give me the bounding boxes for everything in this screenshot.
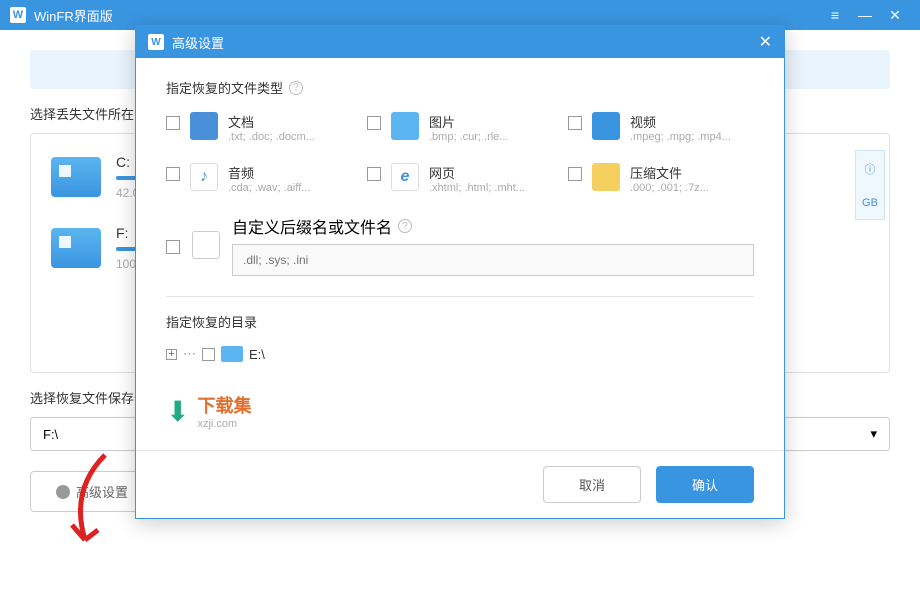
watermark-text: 下载集 [197, 396, 251, 416]
archive-icon [592, 163, 620, 191]
custom-file-icon [192, 231, 220, 259]
filetype-name: 压缩文件 [630, 163, 754, 182]
checkbox[interactable] [166, 240, 180, 254]
filetype-ext: .mpeg; .mpg; .mp4... [630, 131, 754, 143]
custom-ext-row: 自定义后缀名或文件名 ? [166, 214, 754, 276]
divider [166, 296, 754, 297]
checkbox[interactable] [367, 167, 381, 181]
modal-overlay: W 高级设置 ✕ 指定恢复的文件类型 ? 文档 .txt; .doc; .doc… [0, 0, 920, 600]
filetype-ext: .bmp; .cur; .rle... [429, 131, 553, 143]
dirs-section-title: 指定恢复的目录 [166, 312, 754, 331]
modal-title: 高级设置 [172, 33, 224, 52]
audio-icon [190, 163, 218, 191]
disk-icon [221, 346, 243, 362]
filetype-ext: .cda; .wav; .aiff... [228, 182, 352, 194]
checkbox[interactable] [166, 167, 180, 181]
filetypes-section-title: 指定恢复的文件类型 ? [166, 78, 754, 97]
checkbox[interactable] [568, 167, 582, 181]
filetype-name: 网页 [429, 163, 553, 182]
tree-expand-icon[interactable]: + [166, 349, 177, 360]
filetype-image[interactable]: 图片 .bmp; .cur; .rle... [367, 112, 553, 143]
checkbox[interactable] [367, 116, 381, 130]
video-icon [592, 112, 620, 140]
filetype-name: 图片 [429, 112, 553, 131]
watermark-url: xzji.com [197, 418, 251, 430]
download-arrow-icon: ⬇ [166, 395, 189, 428]
filetype-name: 文档 [228, 112, 352, 131]
filetype-ext: .000; .001; .7z... [630, 182, 754, 194]
document-icon [190, 112, 218, 140]
checkbox[interactable] [166, 116, 180, 130]
tree-item-label: E:\ [249, 347, 265, 362]
custom-ext-label: 自定义后缀名或文件名 [232, 214, 392, 238]
filetype-ext: .xhtml; .html; .mht... [429, 182, 553, 194]
filetype-name: 视频 [630, 112, 754, 131]
image-icon [391, 112, 419, 140]
filetype-document[interactable]: 文档 .txt; .doc; .docm... [166, 112, 352, 143]
help-icon[interactable]: ? [289, 81, 303, 95]
web-icon [391, 163, 419, 191]
filetype-web[interactable]: 网页 .xhtml; .html; .mht... [367, 163, 553, 194]
filetype-ext: .txt; .doc; .docm... [228, 131, 352, 143]
cancel-button[interactable]: 取消 [543, 466, 641, 503]
modal-footer: 取消 确认 [136, 450, 784, 518]
filetype-archive[interactable]: 压缩文件 .000; .001; .7z... [568, 163, 754, 194]
help-icon[interactable]: ? [398, 219, 412, 233]
filetype-audio[interactable]: 音频 .cda; .wav; .aiff... [166, 163, 352, 194]
filetype-name: 音频 [228, 163, 352, 182]
tree-item[interactable]: + ⋯ E:\ [166, 346, 754, 362]
custom-ext-input[interactable] [232, 244, 754, 276]
watermark: ⬇ 下载集 xzji.com [166, 392, 754, 430]
filetype-video[interactable]: 视频 .mpeg; .mpg; .mp4... [568, 112, 754, 143]
confirm-button[interactable]: 确认 [656, 466, 754, 503]
checkbox[interactable] [568, 116, 582, 130]
modal-logo: W [148, 34, 164, 50]
checkbox[interactable] [202, 348, 215, 361]
modal-header: W 高级设置 ✕ [136, 26, 784, 58]
advanced-settings-modal: W 高级设置 ✕ 指定恢复的文件类型 ? 文档 .txt; .doc; .doc… [135, 25, 785, 519]
modal-close-button[interactable]: ✕ [759, 32, 772, 52]
